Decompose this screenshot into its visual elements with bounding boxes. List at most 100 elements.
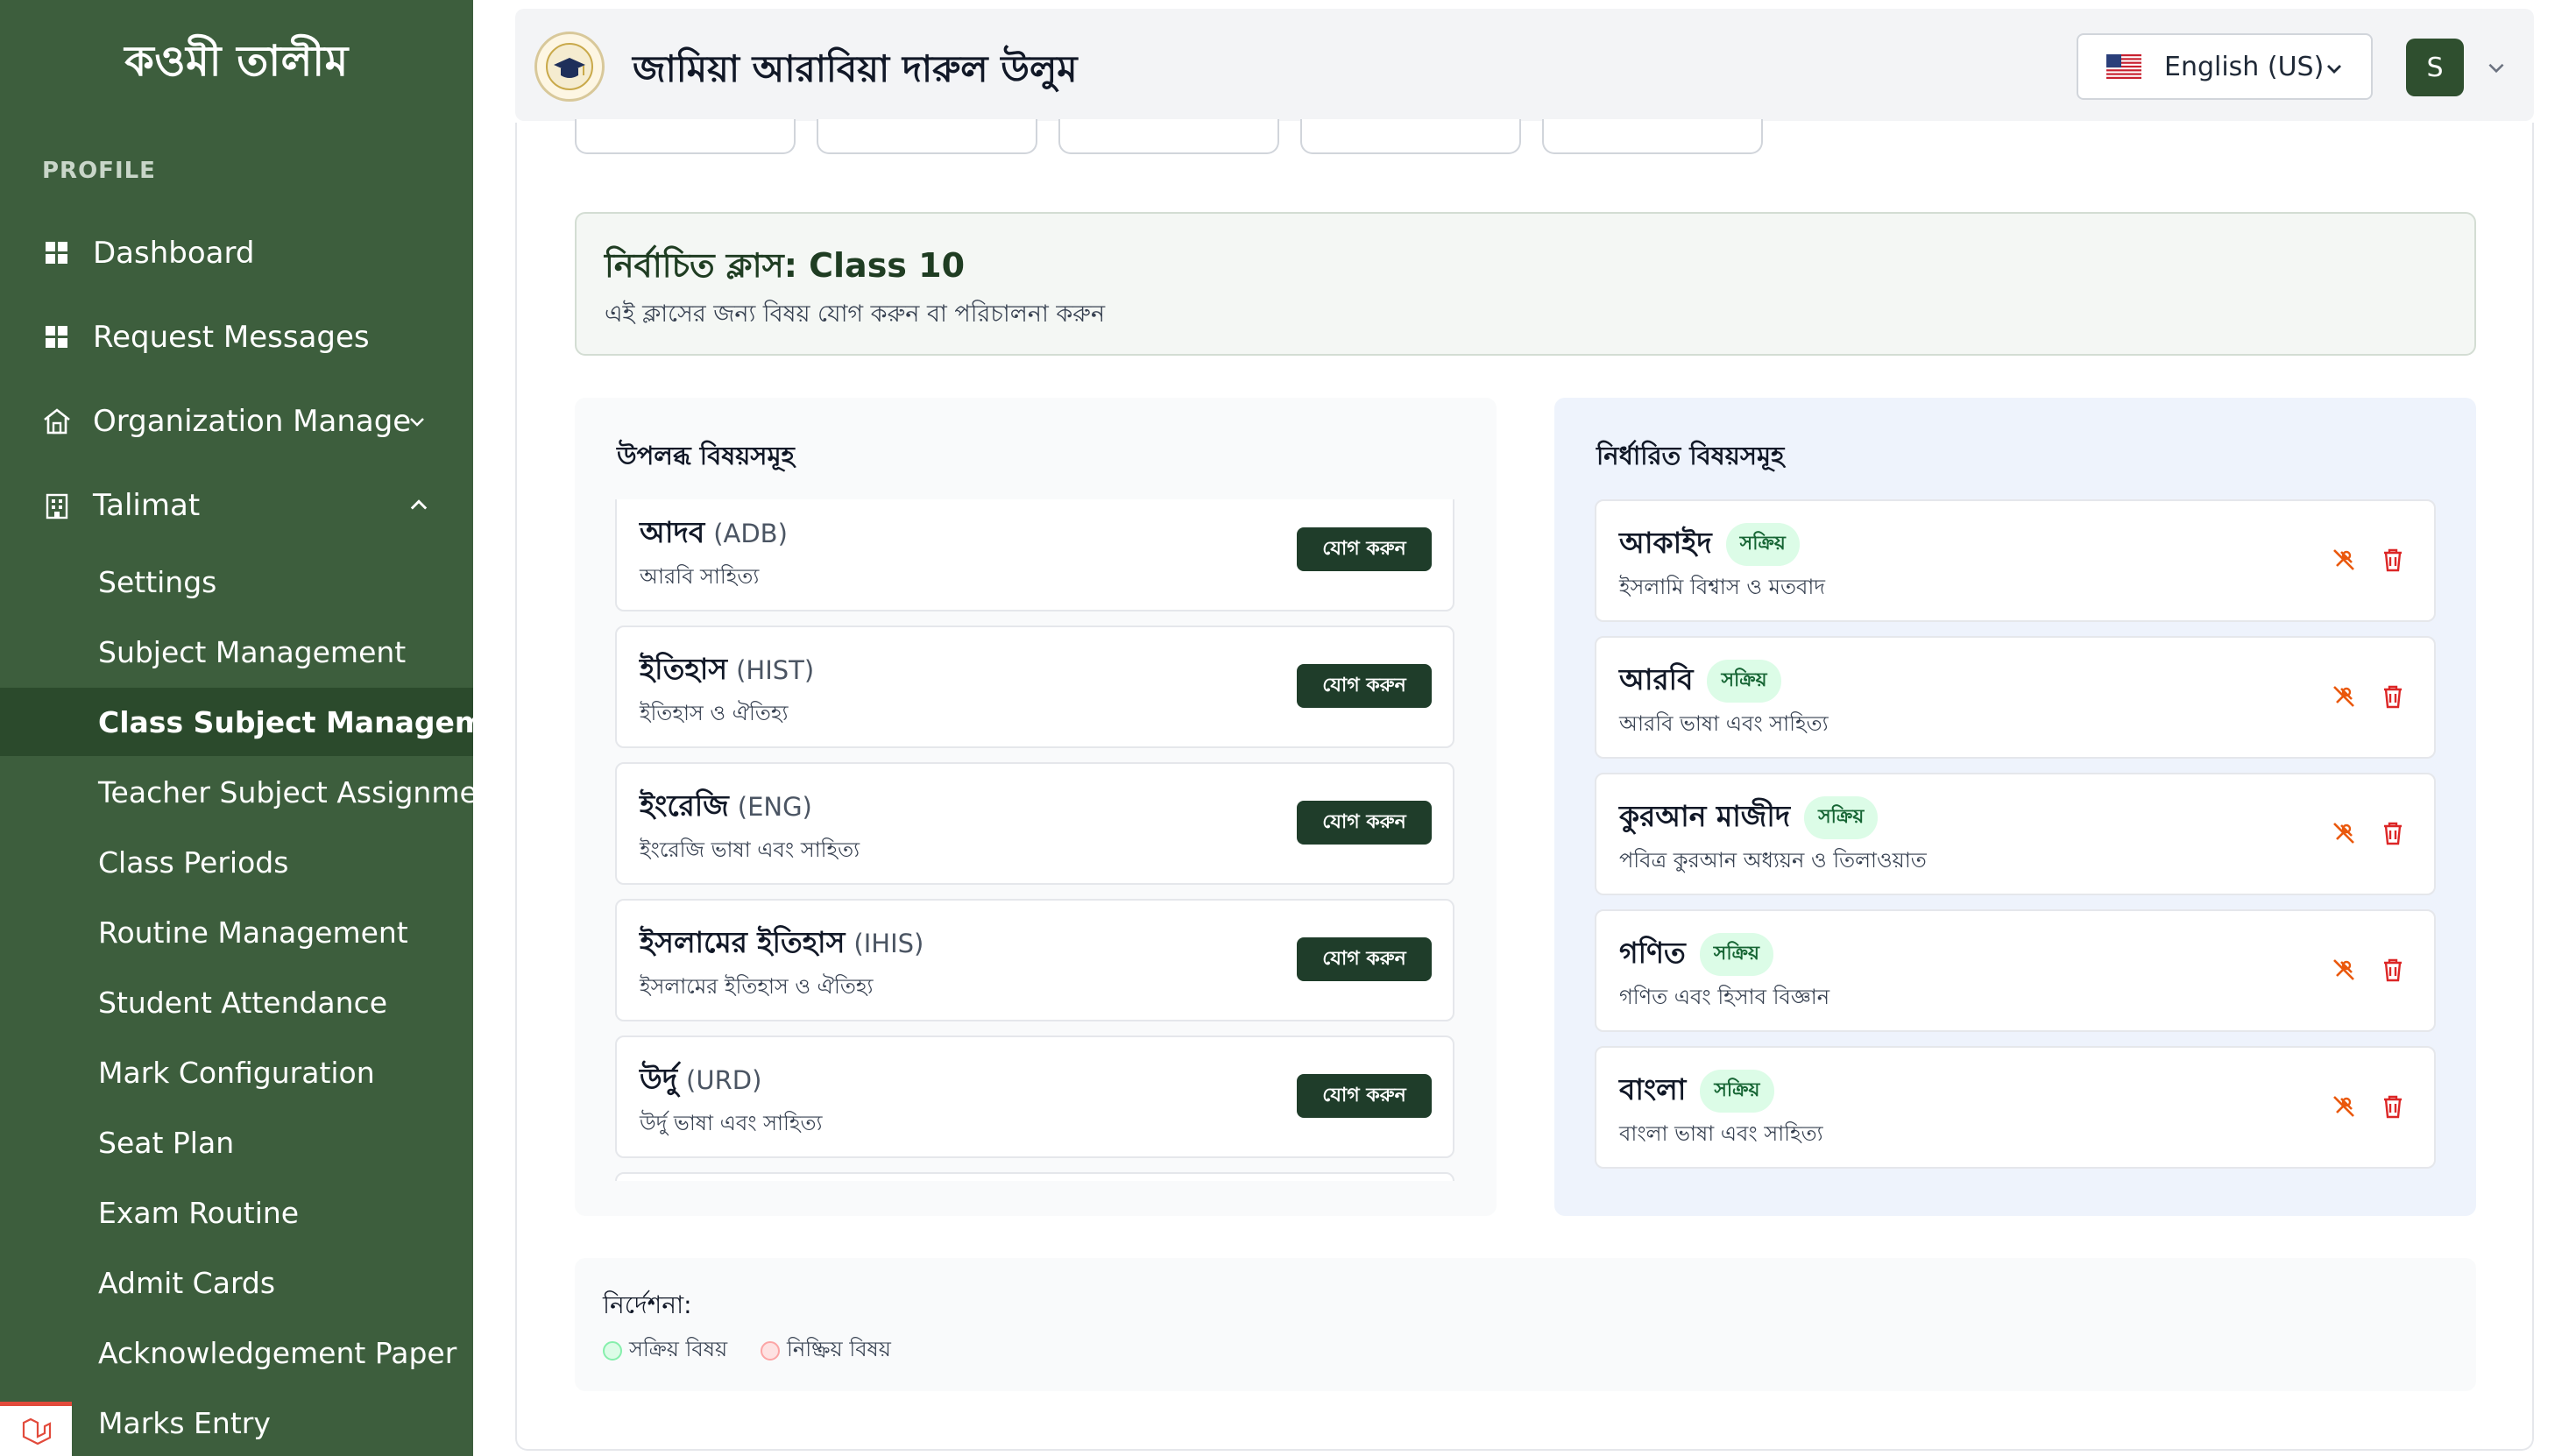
subject-name: গণিত — [1619, 936, 1686, 970]
class-tab[interactable] — [817, 119, 1037, 154]
sidebar-item-dashboard[interactable]: Dashboard — [0, 218, 473, 288]
add-subject-button[interactable]: যোগ করুন — [1297, 664, 1432, 708]
language-selector[interactable]: English (US) — [2077, 33, 2373, 100]
subject-description: উর্দু ভাষা এবং সাহিত্য — [640, 1111, 823, 1135]
subject-name: আকাইদ — [1619, 526, 1712, 560]
delete-icon[interactable] — [2378, 955, 2408, 985]
grid-icon — [42, 238, 72, 268]
legend-active: সক্রিয় বিষয় — [603, 1333, 727, 1368]
user-avatar[interactable]: S — [2406, 39, 2464, 96]
add-subject-button[interactable]: যোগ করুন — [1297, 527, 1432, 571]
assigned-subjects-panel: নির্ধারিত বিষয়সমূহ আকাইদ সক্রিয় ইসলামি … — [1554, 398, 2476, 1216]
laravel-debug-icon[interactable] — [0, 1402, 72, 1456]
legend-active-label: সক্রিয় বিষয় — [629, 1337, 728, 1361]
legend-box: নির্দেশনা: সক্রিয় বিষয় নিষ্ক্রিয় বিষয… — [575, 1258, 2476, 1391]
class-tab[interactable] — [1058, 119, 1279, 154]
sidebar: কওমী তালীম PROFILE Dashboard Request Mes… — [0, 0, 473, 1456]
subject-name: ইতিহাস — [640, 652, 728, 686]
sidebar-subitem-teacher-subject-assignment[interactable]: Teacher Subject Assignment — [0, 758, 473, 826]
sidebar-subitem-seat-plan[interactable]: Seat Plan — [0, 1108, 473, 1177]
class-tab[interactable] — [575, 119, 796, 154]
sidebar-subitem-mark-configuration[interactable]: Mark Configuration — [0, 1038, 473, 1106]
sidebar-subitem-student-attendance[interactable]: Student Attendance — [0, 968, 473, 1036]
subject-description: ইসলামি বিশ্বাস ও মতবাদ — [1619, 575, 1825, 599]
list-item — [615, 1172, 1454, 1181]
building-icon — [42, 491, 72, 520]
delete-icon[interactable] — [2378, 1092, 2408, 1121]
class-tab[interactable] — [1542, 119, 1763, 154]
legend-inactive: নিষ্ক্রিয় বিষয় — [761, 1333, 891, 1368]
delete-icon[interactable] — [2378, 682, 2408, 711]
main-content: নির্বাচিত ক্লাস: Class 10 এই ক্লাসের জন্… — [515, 119, 2534, 1451]
legend-title: নির্দেশনা: — [603, 1290, 692, 1319]
toggle-status-icon[interactable] — [2329, 682, 2359, 711]
subject-code: (ENG) — [737, 792, 812, 822]
sidebar-item-label: Organization Manage — [93, 404, 412, 439]
available-subjects-panel: উপলব্ধ বিষয়সমূহ আদব (ADB) আরবি সাহিত্য য… — [575, 398, 1497, 1216]
selected-class-box: নির্বাচিত ক্লাস: Class 10 এই ক্লাসের জন্… — [575, 212, 2476, 356]
organization-name: জামিয়া আরাবিয়া দারুল উলুম — [633, 47, 1078, 90]
subject-code: (ADB) — [713, 519, 788, 548]
list-item: উর্দু (URD) উর্দু ভাষা এবং সাহিত্য যোগ কর… — [615, 1035, 1454, 1158]
add-subject-button[interactable]: যোগ করুন — [1297, 801, 1432, 845]
subject-code: (IHIS) — [853, 929, 924, 958]
status-badge: সক্রিয় — [1700, 1070, 1774, 1113]
subject-name: ইংরেজি — [640, 788, 729, 823]
sidebar-subitem-exam-routine[interactable]: Exam Routine — [0, 1178, 473, 1247]
subject-description: পবিত্র কুরআন অধ্যয়ন ও তিলাওয়াত — [1619, 848, 1927, 873]
top-header: জামিয়া আরাবিয়া দারুল উলুম English (US)… — [515, 9, 2534, 121]
sidebar-section-label: PROFILE — [42, 158, 156, 184]
available-subjects-list[interactable]: আদব (ADB) আরবি সাহিত্য যোগ করুন ইতিহাস (HI… — [615, 499, 1454, 1181]
house-icon — [42, 406, 72, 436]
selected-class-title: নির্বাচিত ক্লাস: Class 10 — [605, 246, 966, 285]
sidebar-item-label: Request Messages — [93, 320, 370, 355]
list-item: ইংরেজি (ENG) ইংরেজি ভাষা এবং সাহিত্য যোগ … — [615, 762, 1454, 885]
sidebar-subitem-subject-management[interactable]: Subject Management — [0, 618, 473, 686]
language-label: English (US) — [2164, 51, 2325, 82]
chevron-down-icon[interactable] — [2485, 56, 2508, 79]
inactive-dot-icon — [761, 1341, 780, 1361]
sidebar-item-organization-manage[interactable]: Organization Manage — [0, 386, 473, 456]
sidebar-subitem-settings[interactable]: Settings — [0, 548, 473, 616]
sidebar-item-talimat[interactable]: Talimat — [0, 470, 473, 541]
add-subject-button[interactable]: যোগ করুন — [1297, 937, 1432, 981]
subject-name: উর্দু — [640, 1062, 678, 1096]
sidebar-subitem-admit-cards[interactable]: Admit Cards — [0, 1248, 473, 1317]
chevron-down-icon — [410, 418, 424, 427]
sidebar-subitem-acknowledgement-paper[interactable]: Acknowledgement Paper — [0, 1318, 473, 1387]
status-badge: সক্রিয় — [1725, 523, 1800, 566]
available-subjects-title: উপলব্ধ বিষয়সমূহ — [617, 441, 795, 470]
sidebar-item-request-messages[interactable]: Request Messages — [0, 302, 473, 372]
sidebar-subitem-class-subject-management[interactable]: Class Subject Management — [0, 688, 473, 756]
sidebar-item-label: Dashboard — [93, 236, 255, 271]
delete-icon[interactable] — [2378, 545, 2408, 575]
legend-inactive-label: নিষ্ক্রিয় বিষয় — [787, 1337, 891, 1361]
selected-class-description: এই ক্লাসের জন্য বিষয় যোগ করুন বা পরিচাল… — [605, 300, 1106, 328]
list-item: আরবি সক্রিয় আরবি ভাষা এবং সাহিত্য — [1595, 636, 2436, 759]
subject-description: আরবি ভাষা এবং সাহিত্য — [1619, 711, 1829, 736]
subject-name: কুরআন মাজীদ — [1619, 799, 1791, 833]
sidebar-subitem-class-periods[interactable]: Class Periods — [0, 828, 473, 896]
toggle-status-icon[interactable] — [2329, 955, 2359, 985]
subject-name: বাংলা — [1619, 1072, 1687, 1106]
delete-icon[interactable] — [2378, 818, 2408, 848]
app-brand[interactable]: কওমী তালীম — [0, 30, 473, 99]
toggle-status-icon[interactable] — [2329, 1092, 2359, 1121]
sidebar-subitem-routine-management[interactable]: Routine Management — [0, 898, 473, 966]
list-item: বাংলা সক্রিয় বাংলা ভাষা এবং সাহিত্য — [1595, 1046, 2436, 1169]
subject-description: ইসলামের ইতিহাস ও ঐতিহ্য — [640, 974, 874, 999]
active-dot-icon — [603, 1341, 622, 1361]
toggle-status-icon[interactable] — [2329, 545, 2359, 575]
chevron-up-icon — [410, 499, 428, 510]
us-flag-icon — [2106, 54, 2141, 79]
assigned-subjects-list: আকাইদ সক্রিয় ইসলামি বিশ্বাস ও মতবাদ আরবি… — [1595, 499, 2438, 1200]
add-subject-button[interactable]: যোগ করুন — [1297, 1074, 1432, 1118]
status-badge: সক্রিয় — [1699, 933, 1773, 976]
list-item: আকাইদ সক্রিয় ইসলামি বিশ্বাস ও মতবাদ — [1595, 499, 2436, 622]
toggle-status-icon[interactable] — [2329, 818, 2359, 848]
subject-name: আরবি — [1619, 662, 1694, 696]
organization-logo — [534, 32, 605, 102]
class-tab[interactable] — [1300, 119, 1521, 154]
list-item: কুরআন মাজীদ সক্রিয় পবিত্র কুরআন অধ্যয়ন … — [1595, 773, 2436, 895]
list-item: ইসলামের ইতিহাস (IHIS) ইসলামের ইতিহাস ও ঐত… — [615, 899, 1454, 1021]
